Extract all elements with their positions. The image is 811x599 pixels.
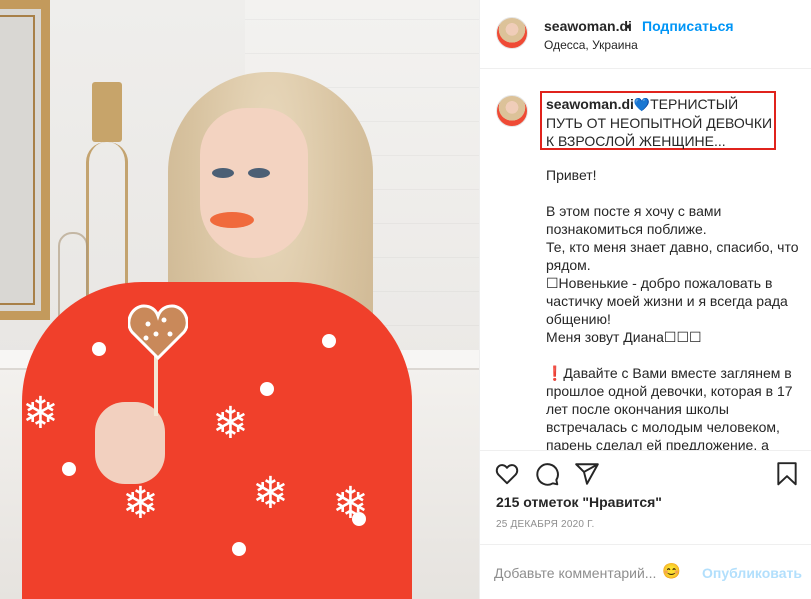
caption-highlight-box: seawoman.di💙ТЕРНИСТЫЙ ПУТЬ ОТ НЕОПЫТНОЙ … — [540, 91, 776, 150]
caption-username[interactable]: seawoman.di — [546, 96, 634, 112]
share-icon[interactable] — [574, 461, 600, 487]
snowflake-pattern: ❄ — [22, 389, 59, 438]
post-side-panel: seawoman.di • Подписаться Одесса, Украин… — [479, 0, 811, 599]
caption-paragraph: Привет! — [546, 167, 597, 183]
caption-avatar[interactable] — [496, 95, 528, 127]
comment-icon[interactable] — [534, 461, 560, 487]
post-date[interactable]: 25 ДЕКАБРЯ 2020 Г. — [496, 519, 594, 530]
snowflake-pattern: ❄ — [212, 399, 249, 448]
location-link[interactable]: Одесса, Украина — [544, 38, 638, 52]
avatar[interactable] — [496, 17, 528, 49]
sweater-dot — [260, 382, 274, 396]
post-header: seawoman.di • Подписаться Одесса, Украин… — [480, 0, 811, 69]
sweater-dot — [62, 462, 76, 476]
publish-button[interactable]: Опубликовать — [702, 565, 802, 581]
action-bar — [480, 450, 811, 498]
likes-count[interactable]: 215 отметок "Нравится" — [496, 494, 662, 510]
comment-form: 😊 Опубликовать — [480, 544, 811, 599]
lips — [210, 212, 254, 228]
separator-dot: • — [626, 18, 631, 34]
snowflake-pattern: ❄ — [122, 479, 159, 528]
caption-body: Привет! В этом посте я хочу с вами позна… — [546, 166, 802, 450]
red-sweater: ❄ ❄ ❄ ❄ ❄ — [22, 282, 412, 599]
snowflake-pattern: ❄ — [252, 469, 289, 518]
eye — [248, 168, 270, 178]
eye — [212, 168, 234, 178]
emoji-icon[interactable]: 😊 — [662, 562, 681, 580]
caption-paragraph: ❗Давайте с Вами вместе заглянем в прошло… — [546, 365, 793, 450]
caption-first-line: seawoman.di💙ТЕРНИСТЫЙ ПУТЬ ОТ НЕОПЫТНОЙ … — [546, 95, 774, 150]
cookie-stick — [154, 352, 158, 416]
caption-area[interactable]: seawoman.di💙ТЕРНИСТЫЙ ПУТЬ ОТ НЕОПЫТНОЙ … — [480, 70, 811, 450]
post-photo[interactable]: ❄ ❄ ❄ ❄ ❄ — [0, 0, 479, 599]
sweater-dot — [232, 542, 246, 556]
bookmark-icon[interactable] — [774, 461, 800, 487]
person-face — [200, 108, 308, 258]
mirror-frame — [0, 0, 50, 320]
header-username[interactable]: seawoman.di — [544, 18, 632, 34]
blue-heart-icon: 💙 — [633, 97, 651, 112]
snowflake-pattern: ❄ — [332, 479, 369, 528]
sweater-dot — [92, 342, 106, 356]
heart-icon[interactable] — [494, 461, 520, 487]
candle — [92, 82, 122, 142]
heart-cookie — [128, 304, 188, 360]
sweater-dot — [322, 334, 336, 348]
follow-button[interactable]: Подписаться — [642, 18, 734, 34]
caption-paragraph: В этом посте я хочу с вами познакомиться… — [546, 203, 799, 345]
